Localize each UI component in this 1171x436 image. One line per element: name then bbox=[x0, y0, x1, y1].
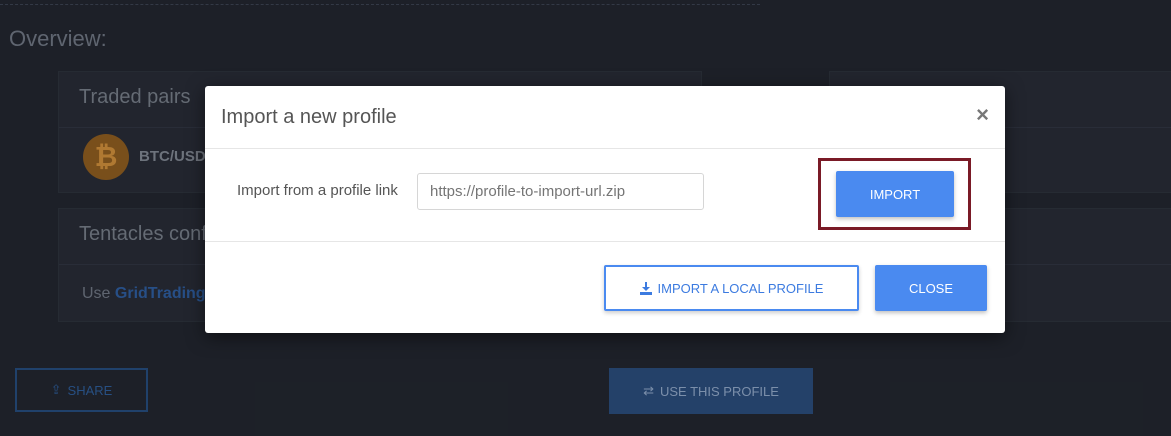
modal-body: Import from a profile link IMPORT bbox=[205, 149, 1005, 242]
import-link-label: Import from a profile link bbox=[237, 182, 398, 199]
modal-header: Import a new profile × bbox=[205, 86, 1005, 149]
import-local-label: IMPORT A LOCAL PROFILE bbox=[657, 280, 824, 296]
close-button[interactable]: CLOSE bbox=[875, 265, 987, 311]
import-button[interactable]: IMPORT bbox=[836, 171, 954, 217]
import-profile-modal: Import a new profile × Import from a pro… bbox=[205, 86, 1005, 333]
close-icon[interactable]: × bbox=[976, 102, 989, 128]
download-icon bbox=[639, 281, 652, 295]
profile-url-input[interactable] bbox=[417, 173, 704, 210]
modal-title: Import a new profile bbox=[221, 106, 397, 128]
import-local-profile-button[interactable]: IMPORT A LOCAL PROFILE bbox=[604, 265, 859, 311]
